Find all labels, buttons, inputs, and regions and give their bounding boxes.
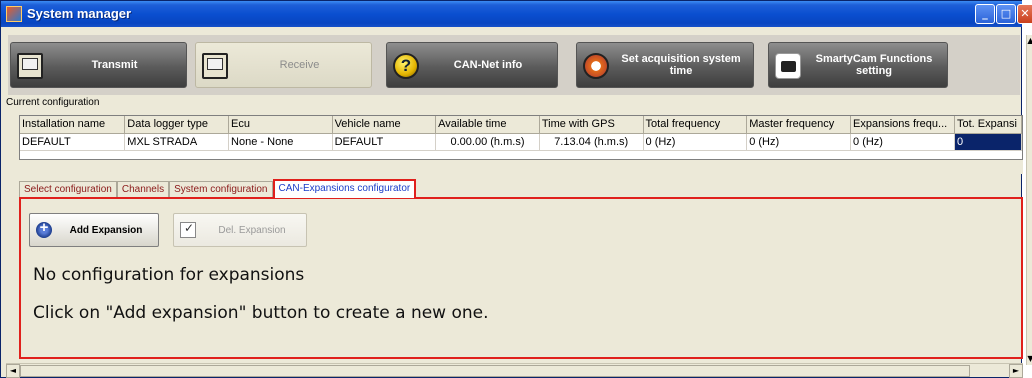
delete-icon bbox=[180, 221, 196, 238]
app-icon bbox=[6, 6, 22, 22]
cell-master-frequency[interactable]: 0 (Hz) bbox=[746, 133, 852, 151]
receive-button[interactable]: Receive bbox=[195, 42, 372, 88]
scroll-left-icon[interactable]: ◄ bbox=[6, 364, 20, 378]
tab-system-configuration[interactable]: System configuration bbox=[169, 181, 273, 197]
col-header[interactable]: Data logger type bbox=[124, 116, 230, 134]
tab-can-expansions-configurator[interactable]: CAN-Expansions configurator bbox=[272, 179, 417, 198]
scroll-down-icon[interactable]: ▼ bbox=[1027, 353, 1032, 365]
clock-icon bbox=[583, 53, 609, 79]
col-header[interactable]: Master frequency bbox=[746, 116, 852, 134]
can-net-info-button[interactable]: ? CAN-Net info bbox=[386, 42, 558, 88]
smartycam-settings-button[interactable]: SmartyCam Functions setting bbox=[768, 42, 948, 88]
cell-total-frequency[interactable]: 0 (Hz) bbox=[643, 133, 748, 151]
transmit-icon bbox=[17, 53, 43, 79]
transmit-button[interactable]: Transmit bbox=[10, 42, 187, 88]
transmit-label: Transmit bbox=[91, 59, 138, 71]
add-icon bbox=[36, 219, 52, 238]
camera-icon bbox=[775, 53, 801, 79]
toolbar: Transmit Receive ? CAN-Net info Set acqu… bbox=[8, 35, 1020, 95]
col-header[interactable]: Time with GPS bbox=[539, 116, 644, 134]
empty-state-hint: Click on "Add expansion" button to creat… bbox=[33, 303, 489, 323]
scrollbar-thumb[interactable] bbox=[20, 365, 970, 377]
cell-installation-name[interactable]: DEFAULT bbox=[20, 133, 126, 151]
grid-scrollbar[interactable] bbox=[19, 160, 1023, 174]
scroll-right-icon[interactable]: ► bbox=[1009, 364, 1023, 378]
col-header[interactable]: Tot. Expansi bbox=[954, 116, 1022, 134]
help-icon: ? bbox=[393, 53, 419, 79]
system-manager-window: System manager _ □ ✕ Transmit Receive ? … bbox=[0, 0, 1032, 378]
cell-vehicle-name[interactable]: DEFAULT bbox=[332, 133, 437, 151]
receive-label: Receive bbox=[279, 59, 320, 71]
smartycam-settings-label: SmartyCam Functions setting bbox=[815, 53, 933, 77]
title-bar[interactable]: System manager _ □ ✕ bbox=[1, 1, 1032, 27]
horizontal-scrollbar[interactable]: ◄ ► bbox=[6, 363, 1023, 378]
cell-time-with-gps[interactable]: 7.13.04 (h.m.s) bbox=[539, 133, 644, 151]
scroll-up-icon[interactable]: ▲ bbox=[1027, 35, 1032, 47]
col-header[interactable]: Total frequency bbox=[643, 116, 748, 134]
can-expansions-panel: Add Expansion Del. Expansion No configur… bbox=[19, 197, 1023, 359]
receive-icon bbox=[202, 53, 228, 79]
can-net-info-label: CAN-Net info bbox=[453, 59, 523, 71]
delete-expansion-button[interactable]: Del. Expansion bbox=[173, 213, 307, 247]
grid-header-row: Installation name Data logger type Ecu V… bbox=[20, 116, 1022, 134]
set-acquisition-time-label: Set acquisition system time bbox=[621, 53, 741, 77]
window-title: System manager bbox=[27, 6, 132, 21]
cell-expansions-frequency[interactable]: 0 (Hz) bbox=[850, 133, 955, 151]
col-header[interactable]: Vehicle name bbox=[332, 116, 437, 134]
cell-data-logger-type[interactable]: MXL STRADA bbox=[124, 133, 230, 151]
configuration-grid[interactable]: Installation name Data logger type Ecu V… bbox=[19, 115, 1023, 160]
add-expansion-label: Add Expansion bbox=[69, 224, 143, 236]
cell-ecu[interactable]: None - None bbox=[228, 133, 333, 151]
current-configuration-label: Current configuration bbox=[6, 97, 100, 108]
tab-channels[interactable]: Channels bbox=[116, 181, 170, 197]
set-acquisition-time-button[interactable]: Set acquisition system time bbox=[576, 42, 754, 88]
cell-total-expansions[interactable]: 0 bbox=[954, 133, 1022, 151]
empty-state-title: No configuration for expansions bbox=[33, 265, 305, 285]
delete-expansion-label: Del. Expansion bbox=[218, 224, 286, 236]
table-row[interactable]: DEFAULT MXL STRADA None - None DEFAULT 0… bbox=[20, 133, 1022, 151]
minimize-button[interactable]: _ bbox=[975, 4, 995, 24]
tab-select-configuration[interactable]: Select configuration bbox=[19, 181, 117, 197]
vertical-scrollbar[interactable]: ▲ ▼ bbox=[1026, 35, 1032, 365]
col-header[interactable]: Installation name bbox=[20, 116, 126, 134]
col-header[interactable]: Available time bbox=[435, 116, 540, 134]
col-header[interactable]: Expansions frequ... bbox=[850, 116, 955, 134]
cell-available-time[interactable]: 0.00.00 (h.m.s) bbox=[435, 133, 540, 151]
close-button[interactable]: ✕ bbox=[1017, 4, 1032, 24]
add-expansion-button[interactable]: Add Expansion bbox=[29, 213, 159, 247]
maximize-button[interactable]: □ bbox=[996, 4, 1016, 24]
col-header[interactable]: Ecu bbox=[228, 116, 333, 134]
tab-bar: Select configuration Channels System con… bbox=[19, 179, 417, 198]
